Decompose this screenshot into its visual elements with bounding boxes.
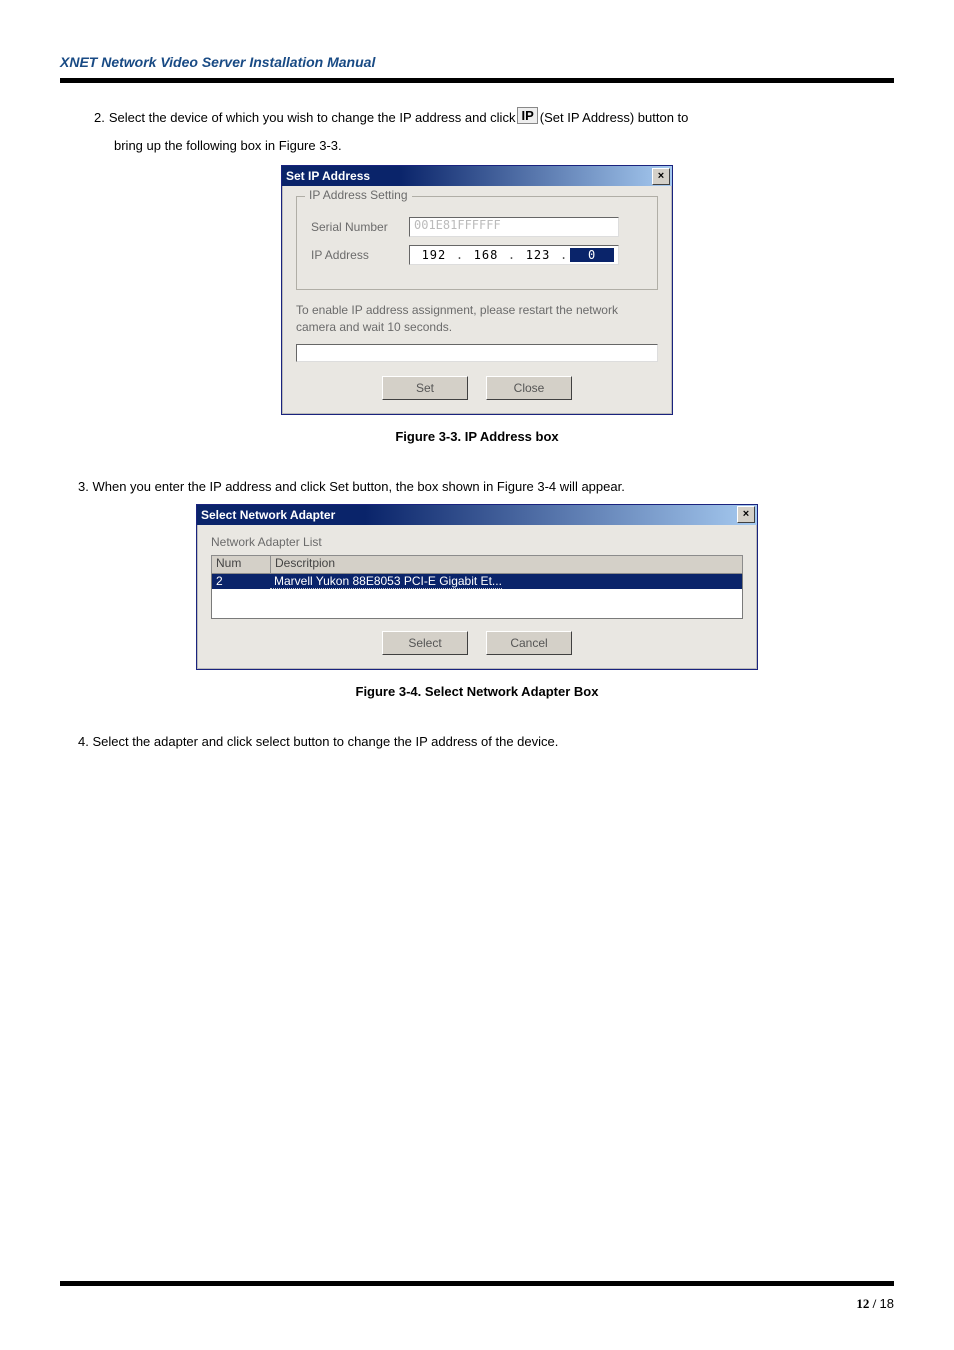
row-description: Marvell Yukon 88E8053 PCI-E Gigabit Et..… (270, 574, 502, 589)
ip-octet-2[interactable]: 168 (466, 248, 506, 262)
header-rule (60, 78, 894, 83)
column-num[interactable]: Num (212, 556, 271, 573)
step2-line1: 2. Select the device of which you wish t… (94, 105, 894, 131)
step2-number: 2. (94, 105, 105, 131)
serial-number-input[interactable]: 001E81FFFFFF (409, 217, 619, 237)
close-button[interactable]: Close (486, 376, 572, 400)
dialog-titlebar: Set IP Address × (282, 166, 672, 186)
set-button[interactable]: Set (382, 376, 468, 400)
figure-3-4-caption: Figure 3-4. Select Network Adapter Box (60, 684, 894, 699)
select-button[interactable]: Select (382, 631, 468, 655)
select-adapter-dialog: Select Network Adapter × Network Adapter… (196, 504, 758, 670)
page-header-title: XNET Network Video Server Installation M… (60, 54, 894, 70)
step3-number: 3. (78, 479, 89, 494)
dialog-titlebar: Select Network Adapter × (197, 505, 757, 525)
ip-octet-1[interactable]: 192 (414, 248, 454, 262)
column-description[interactable]: Descritpion (271, 556, 742, 573)
step4-line: 4. Select the adapter and click select b… (78, 729, 894, 755)
step3-text: When you enter the IP address and click … (92, 479, 624, 494)
close-icon[interactable]: × (737, 506, 755, 523)
page-total: 18 (880, 1296, 894, 1311)
close-icon[interactable]: × (652, 168, 670, 185)
ip-toolbar-icon: IP (517, 107, 537, 124)
ip-octet-3[interactable]: 123 (518, 248, 558, 262)
dialog-title: Select Network Adapter (201, 508, 335, 522)
page-number: 12 / 18 (856, 1296, 894, 1312)
restart-note: To enable IP address assignment, please … (296, 302, 658, 336)
ip-address-setting-group: IP Address Setting Serial Number 001E81F… (296, 196, 658, 290)
adapter-listbox[interactable]: 2 Marvell Yukon 88E8053 PCI-E Gigabit Et… (211, 574, 743, 619)
page-current: 12 / (856, 1296, 879, 1311)
ip-address-input[interactable]: 192. 168. 123. 0 (409, 245, 619, 265)
ip-octet-4[interactable]: 0 (570, 248, 614, 262)
dialog-title: Set IP Address (286, 169, 370, 183)
step4-text: Select the adapter and click select butt… (92, 734, 558, 749)
step2-line2: bring up the following box in Figure 3-3… (114, 133, 894, 159)
serial-number-label: Serial Number (311, 220, 409, 234)
adapter-list-label: Network Adapter List (211, 535, 743, 549)
progress-bar (296, 344, 658, 362)
figure-3-3-caption: Figure 3-3. IP Address box (60, 429, 894, 444)
set-ip-dialog: Set IP Address × IP Address Setting Seri… (281, 165, 673, 415)
step3-line: 3. When you enter the IP address and cli… (78, 474, 894, 500)
footer-rule (60, 1281, 894, 1286)
row-num: 2 (212, 574, 270, 589)
step2-text-a: Select the device of which you wish to c… (109, 105, 516, 131)
step2-text-b: (Set IP Address) button to (540, 105, 689, 131)
step4-number: 4. (78, 734, 89, 749)
table-header: Num Descritpion (211, 555, 743, 574)
fieldset-legend: IP Address Setting (305, 188, 412, 202)
cancel-button[interactable]: Cancel (486, 631, 572, 655)
list-item[interactable]: 2 Marvell Yukon 88E8053 PCI-E Gigabit Et… (212, 574, 742, 589)
ip-address-label: IP Address (311, 248, 409, 262)
